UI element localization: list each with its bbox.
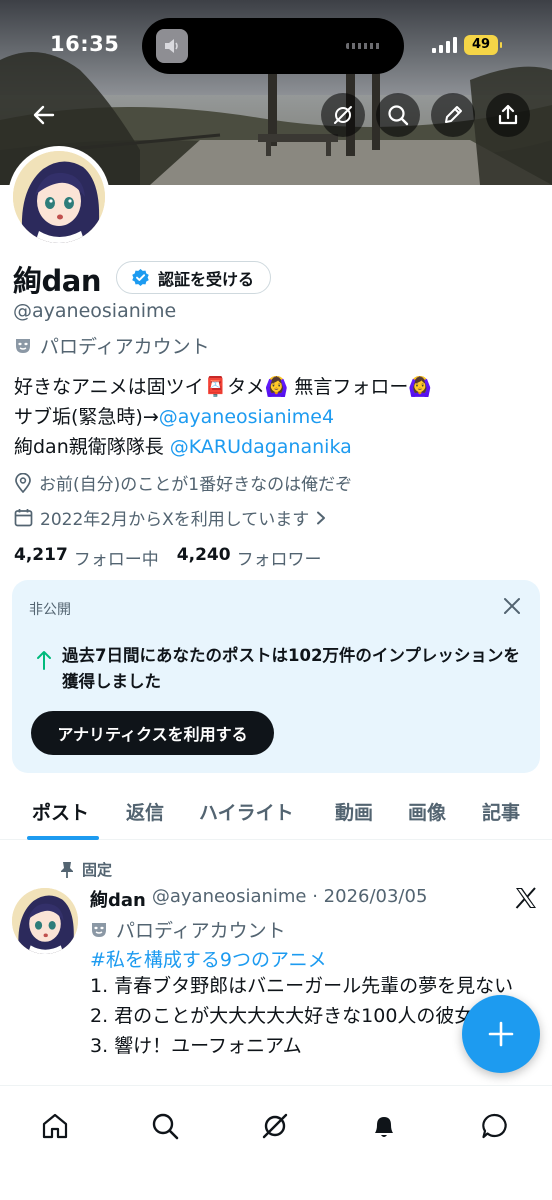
back-button[interactable] — [22, 93, 66, 137]
nav-messages[interactable] — [473, 1104, 517, 1148]
home-icon — [42, 1113, 68, 1139]
get-verified-button[interactable]: 認証を受ける — [116, 261, 272, 294]
share-button[interactable] — [486, 93, 530, 137]
bottom-navigation — [0, 1085, 552, 1200]
post-header: 絢dan @ayaneosianime · 2026/03/05 — [90, 886, 427, 912]
signal-icon — [432, 37, 457, 53]
parody-label: パロディアカウント — [40, 336, 210, 358]
following-count[interactable]: 4,217 — [14, 545, 68, 570]
arrow-up-icon — [37, 651, 51, 670]
search-icon — [152, 1113, 179, 1140]
get-verified-label: 認証を受ける — [158, 269, 255, 289]
search-button[interactable] — [376, 93, 420, 137]
arrow-left-icon — [33, 105, 55, 125]
tab-posts[interactable]: ポスト — [32, 798, 89, 825]
edit-button[interactable] — [431, 93, 475, 137]
avatar-image — [13, 151, 105, 243]
followers-count[interactable]: 4,240 — [177, 545, 231, 570]
card-private-label: 非公開 — [29, 602, 71, 618]
follow-stats: 4,217 フォロー中 4,240 フォロワー — [14, 545, 334, 570]
pin-icon — [61, 861, 73, 878]
bio-line-2-text: サブ垢(緊急時)→ — [14, 406, 159, 428]
tab-articles[interactable]: 記事 — [482, 798, 520, 825]
post-handle-date: @ayaneosianime · 2026/03/05 — [151, 886, 428, 907]
post-line-1: 1. 青春ブタ野郎はバニーガール先輩の夢を見ない — [90, 975, 514, 997]
tab-images[interactable]: 画像 — [408, 798, 446, 825]
card-close-button[interactable] — [502, 596, 522, 620]
sub-account-link[interactable]: @ayaneosianime4 — [159, 406, 334, 428]
nav-grok[interactable] — [253, 1104, 297, 1148]
dynamic-island — [142, 18, 404, 74]
pinned-indicator: 固定 — [60, 859, 112, 880]
profile-tabs: ポスト 返信 ハイライト 動画 画像 記事 — [0, 786, 552, 840]
post-author-name[interactable]: 絢dan — [90, 886, 146, 912]
grok-icon — [334, 106, 352, 124]
bell-icon — [375, 1117, 393, 1137]
following-label[interactable]: フォロー中 — [74, 545, 159, 570]
post-author-avatar[interactable] — [12, 888, 78, 954]
location-pin-icon — [15, 472, 31, 493]
post-parody-row: パロディアカウント — [90, 916, 286, 943]
location-row: お前(自分)のことが1番好きなのは俺だぞ — [14, 470, 352, 495]
chevron-right-icon — [317, 511, 326, 524]
volume-indicator — [346, 43, 382, 49]
post-hashtag[interactable]: #私を構成する9つのアニメ — [90, 945, 327, 972]
private-analytics-card: 非公開 過去7日間にあなたのポストは102万件のインプレッションを獲得しました … — [12, 580, 540, 773]
pencil-icon — [445, 106, 462, 123]
pinned-label: 固定 — [82, 861, 113, 879]
calendar-icon — [14, 509, 33, 527]
battery-indicator: 49 — [464, 35, 502, 55]
post-parody-label: パロディアカウント — [116, 920, 286, 942]
grok-button[interactable] — [321, 93, 365, 137]
bio-line-3: 絢dan親衛隊隊長 @KARUdagananika — [14, 432, 544, 462]
compose-button[interactable] — [462, 995, 540, 1073]
bio-line-3-text: 絢dan親衛隊隊長 — [14, 436, 170, 458]
followers-label[interactable]: フォロワー — [237, 545, 322, 570]
close-icon — [504, 598, 520, 614]
impressions-text: 過去7日間にあなたのポストは102万件のインプレッションを獲得しました — [62, 646, 520, 691]
profile-name: 絢dan — [13, 264, 101, 298]
plus-icon — [488, 1021, 514, 1047]
joined-text: 2022年2月からXを利用しています — [40, 510, 310, 530]
bio-line-2: サブ垢(緊急時)→@ayaneosianime4 — [14, 402, 544, 432]
grok-icon — [262, 1113, 288, 1139]
share-icon — [498, 104, 518, 125]
mask-icon — [92, 922, 106, 937]
mask-icon — [16, 338, 30, 353]
captain-account-link[interactable]: @KARUdagananika — [170, 436, 352, 458]
bio-line-1: 好きなアニメは固ツイ📮タメ🙆‍♀️ 無言フォロー🙆‍♀️ — [14, 376, 433, 398]
messages-icon — [482, 1113, 507, 1139]
profile-avatar[interactable] — [8, 146, 110, 248]
analytics-button[interactable]: アナリティクスを利用する — [31, 711, 274, 755]
nav-home[interactable] — [33, 1104, 77, 1148]
joined-row[interactable]: 2022年2月からXを利用しています — [14, 505, 326, 530]
verified-badge-icon — [132, 268, 149, 287]
tab-videos[interactable]: 動画 — [335, 798, 373, 825]
nav-search[interactable] — [143, 1104, 187, 1148]
x-logo-icon — [515, 887, 536, 909]
parody-label-row: パロディアカウント — [14, 332, 210, 359]
profile-bio: 好きなアニメは固ツイ📮タメ🙆‍♀️ 無言フォロー🙆‍♀️ サブ垢(緊急時)→@a… — [14, 372, 544, 462]
tab-highlights[interactable]: ハイライト — [199, 798, 294, 825]
tab-replies[interactable]: 返信 — [126, 798, 164, 825]
search-icon — [388, 105, 409, 126]
active-tab-indicator — [27, 836, 99, 840]
status-time: 16:35 — [50, 32, 120, 56]
location-text: お前(自分)のことが1番好きなのは俺だぞ — [39, 475, 353, 495]
profile-handle: @ayaneosianime — [13, 300, 177, 322]
speaker-icon — [156, 29, 188, 63]
nav-notifications[interactable] — [362, 1104, 406, 1148]
